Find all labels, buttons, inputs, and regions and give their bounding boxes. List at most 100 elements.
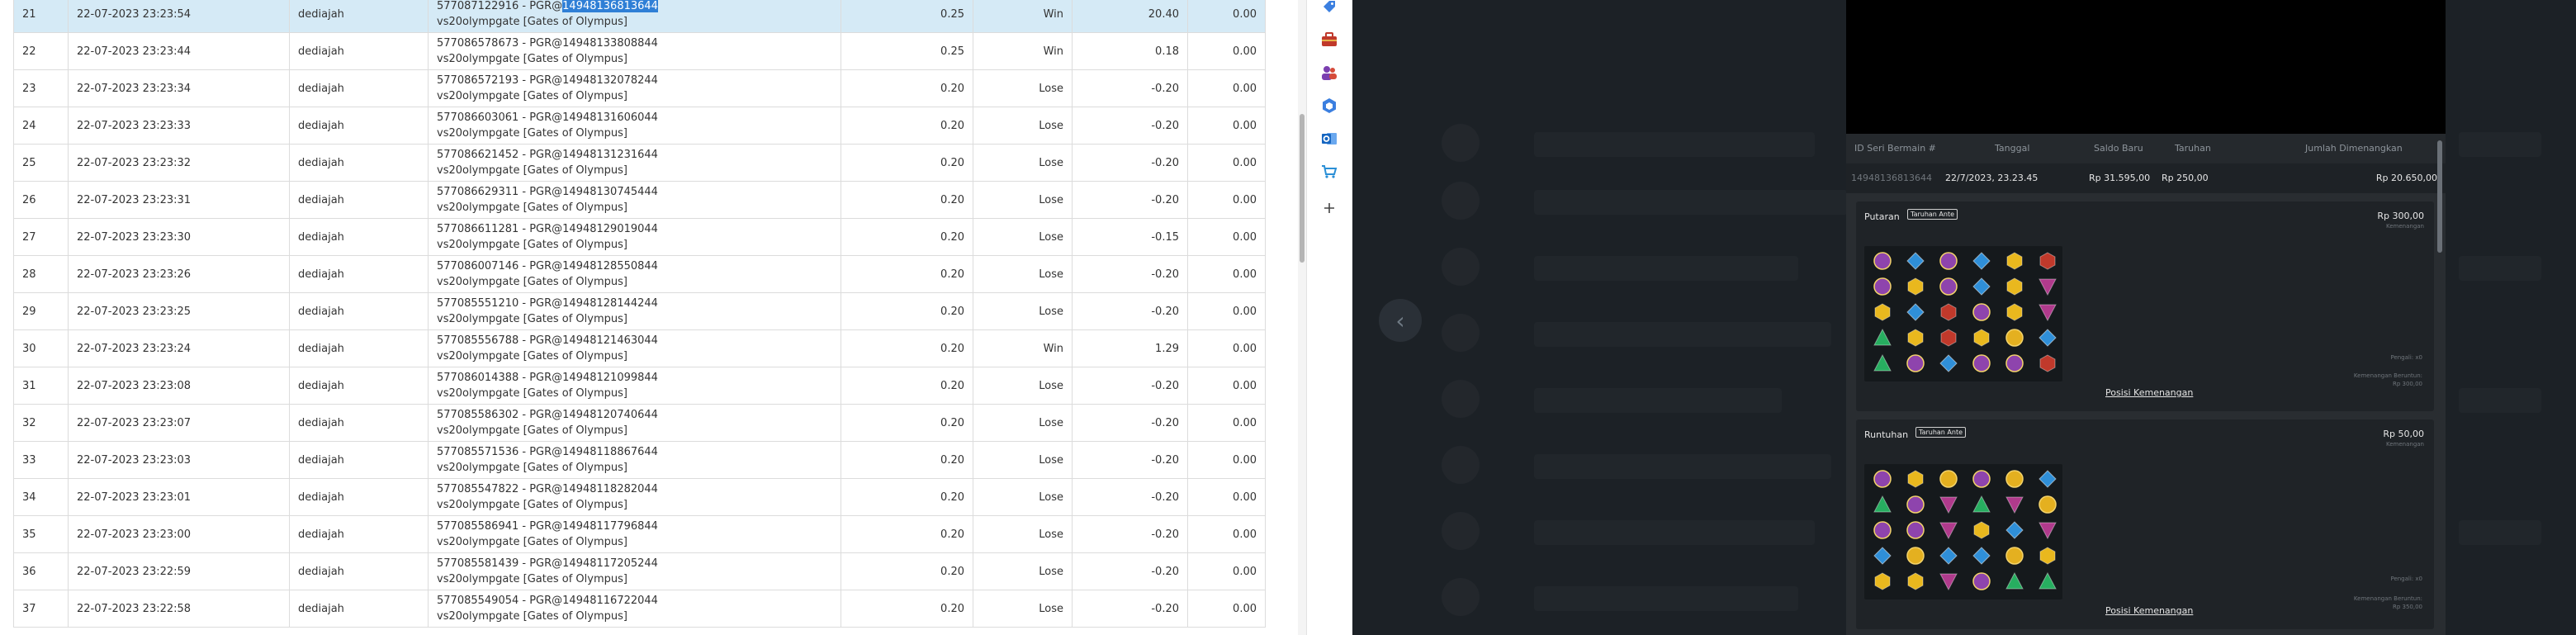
selected-text: 14948136813644 [562,0,658,12]
row-bet: 0.20 [841,478,973,516]
gem-symbol [1939,277,1958,296]
row-datetime: 22-07-2023 23:23:00 [68,515,290,553]
gem-symbol [2005,571,2024,591]
row-transaction[interactable]: 577086603061 - PGR@14948131606044 vs20oly… [428,107,841,145]
row-win-amount: -0.20 [1072,367,1188,405]
table-row[interactable]: 23 22-07-2023 23:23:34 dediajah 57708657219… [13,69,1266,107]
table-row[interactable]: 36 22-07-2023 23:22:59 dediajah 57708558143… [13,552,1266,590]
row-bet: 0.20 [841,441,973,479]
row-transaction[interactable]: 577085551210 - PGR@14948128144244 vs20oly… [428,292,841,330]
people-icon[interactable] [1319,63,1339,83]
row-username: dediajah [289,367,429,405]
table-row[interactable]: 22 22-07-2023 23:23:44 dediajah 57708657867… [13,32,1266,70]
panel-scrollbar-thumb[interactable] [2437,140,2442,253]
row-transaction[interactable]: 577086611281 - PGR@14948129019044 vs20oly… [428,218,841,256]
section-amount-label: Kemenangan [2385,223,2424,230]
gem-symbol [2005,302,2024,322]
win-positions-link[interactable]: Posisi Kemenangan [2105,605,2193,616]
transaction-id: 577085556788 - PGR@14948121463044 [437,334,658,347]
row-win-amount: 20.40 [1072,0,1188,33]
table-row[interactable]: 31 22-07-2023 23:23:08 dediajah 57708601438… [13,367,1266,405]
table-row[interactable]: 37 22-07-2023 23:22:58 dediajah 57708554905… [13,590,1266,628]
table-row[interactable]: 26 22-07-2023 23:23:31 dediajah 57708662931… [13,181,1266,219]
transaction-table: 21 22-07-2023 23:23:54 dediajah 57708712291… [13,0,1266,628]
row-bet: 0.25 [841,0,973,33]
game-name: vs20olympgate [Gates of Olympus] [437,276,627,288]
row-result: Lose [973,590,1073,628]
row-datetime: 22-07-2023 23:23:32 [68,144,290,182]
round-summary-row[interactable]: 14948136813644 22/7/2023, 23.23.45 Rp 31… [1846,163,2446,193]
table-row[interactable]: 28 22-07-2023 23:23:26 dediajah 57708600714… [13,255,1266,293]
row-transaction[interactable]: 577086621452 - PGR@14948131231644 vs20oly… [428,144,841,182]
round-header-row: ID Seri Bermain # Tanggal Saldo Baru Tar… [1846,134,2446,163]
table-row[interactable]: 35 22-07-2023 23:23:00 dediajah 57708558694… [13,515,1266,553]
row-transaction[interactable]: 577086578673 - PGR@14948133808844 vs20oly… [428,32,841,70]
row-transaction[interactable]: 577085549054 - PGR@14948116722044 vs20oly… [428,590,841,628]
row-transaction[interactable]: 577086007146 - PGR@14948128550844 vs20oly… [428,255,841,293]
row-transaction[interactable]: 577086014388 - PGR@14948121099844 vs20oly… [428,367,841,405]
ante-bet-badge: Taruhan Ante [1907,209,1958,220]
outlook-icon[interactable] [1319,129,1339,149]
streak-value: Rp 300,00 [2392,381,2422,387]
hexagon-icon[interactable] [1319,96,1339,116]
row-win-amount: -0.20 [1072,404,1188,442]
table-row[interactable]: 29 22-07-2023 23:23:25 dediajah 57708555121… [13,292,1266,330]
transaction-id: 577086578673 - PGR@14948133808844 [437,37,658,50]
row-username: dediajah [289,441,429,479]
row-bet: 0.20 [841,292,973,330]
row-result: Lose [973,515,1073,553]
gem-symbol [2038,571,2057,591]
row-win-amount: -0.15 [1072,218,1188,256]
win-positions-link[interactable]: Posisi Kemenangan [2105,387,2193,398]
table-row[interactable]: 25 22-07-2023 23:23:32 dediajah 57708662145… [13,144,1266,182]
gem-symbol [2038,328,2057,348]
gem-symbol [1972,277,1991,296]
table-scrollbar-thumb[interactable] [1300,114,1305,263]
game-name: vs20olympgate [Gates of Olympus] [437,499,627,511]
previous-arrow-button[interactable]: ‹ [1379,299,1422,342]
row-transaction[interactable]: 577087122916 - PGR@14948136813644 vs20oly… [428,0,841,33]
row-extra: 0.00 [1187,367,1266,405]
tag-icon[interactable] [1319,0,1339,17]
row-transaction[interactable]: 577085586941 - PGR@14948117796844 vs20oly… [428,515,841,553]
shopping-cart-icon[interactable] [1319,162,1339,182]
row-username: dediajah [289,218,429,256]
table-row[interactable]: 27 22-07-2023 23:23:30 dediajah 57708661128… [13,218,1266,256]
plus-icon[interactable] [1319,198,1339,218]
transaction-id: 577085586302 - PGR@14948120740644 [437,409,658,421]
row-username: dediajah [289,329,429,367]
row-username: dediajah [289,144,429,182]
row-extra: 0.00 [1187,292,1266,330]
gem-symbol [2005,251,2024,271]
table-row[interactable]: 30 22-07-2023 23:23:24 dediajah 57708555678… [13,329,1266,367]
row-transaction[interactable]: 577085547822 - PGR@14948118282044 vs20oly… [428,478,841,516]
toolbox-icon[interactable] [1319,30,1339,50]
row-username: dediajah [289,515,429,553]
row-transaction[interactable]: 577085556788 - PGR@14948121463044 vs20oly… [428,329,841,367]
section-amount: Rp 50,00 [2383,429,2424,439]
row-bet: 0.20 [841,218,973,256]
table-row[interactable]: 21 22-07-2023 23:23:54 dediajah 57708712291… [13,0,1266,33]
row-transaction[interactable]: 577085571536 - PGR@14948118867644 vs20oly… [428,441,841,479]
table-scrollbar-track[interactable] [1298,0,1306,635]
row-number: 30 [13,329,69,367]
row-extra: 0.00 [1187,404,1266,442]
header-bet: Taruhan [2175,143,2211,154]
table-row[interactable]: 24 22-07-2023 23:23:33 dediajah 57708660306… [13,107,1266,145]
row-transaction[interactable]: 577086572193 - PGR@14948132078244 vs20oly… [428,69,841,107]
row-extra: 0.00 [1187,552,1266,590]
row-transaction[interactable]: 577085581439 - PGR@14948117205244 vs20oly… [428,552,841,590]
table-row[interactable]: 32 22-07-2023 23:23:07 dediajah 57708558630… [13,404,1266,442]
summary-win: Rp 20.650,00 [2375,173,2437,183]
table-row[interactable]: 34 22-07-2023 23:23:01 dediajah 57708554782… [13,478,1266,516]
section-amount: Rp 300,00 [2377,211,2424,221]
row-transaction[interactable]: 577086629311 - PGR@14948130745444 vs20oly… [428,181,841,219]
row-datetime: 22-07-2023 23:23:30 [68,218,290,256]
row-username: dediajah [289,107,429,145]
row-number: 22 [13,32,69,70]
row-result: Win [973,0,1073,33]
table-row[interactable]: 33 22-07-2023 23:23:03 dediajah 57708557153… [13,441,1266,479]
row-transaction[interactable]: 577085586302 - PGR@14948120740644 vs20oly… [428,404,841,442]
gem-symbol [1873,571,1892,591]
game-name: vs20olympgate [Gates of Olympus] [437,313,627,325]
